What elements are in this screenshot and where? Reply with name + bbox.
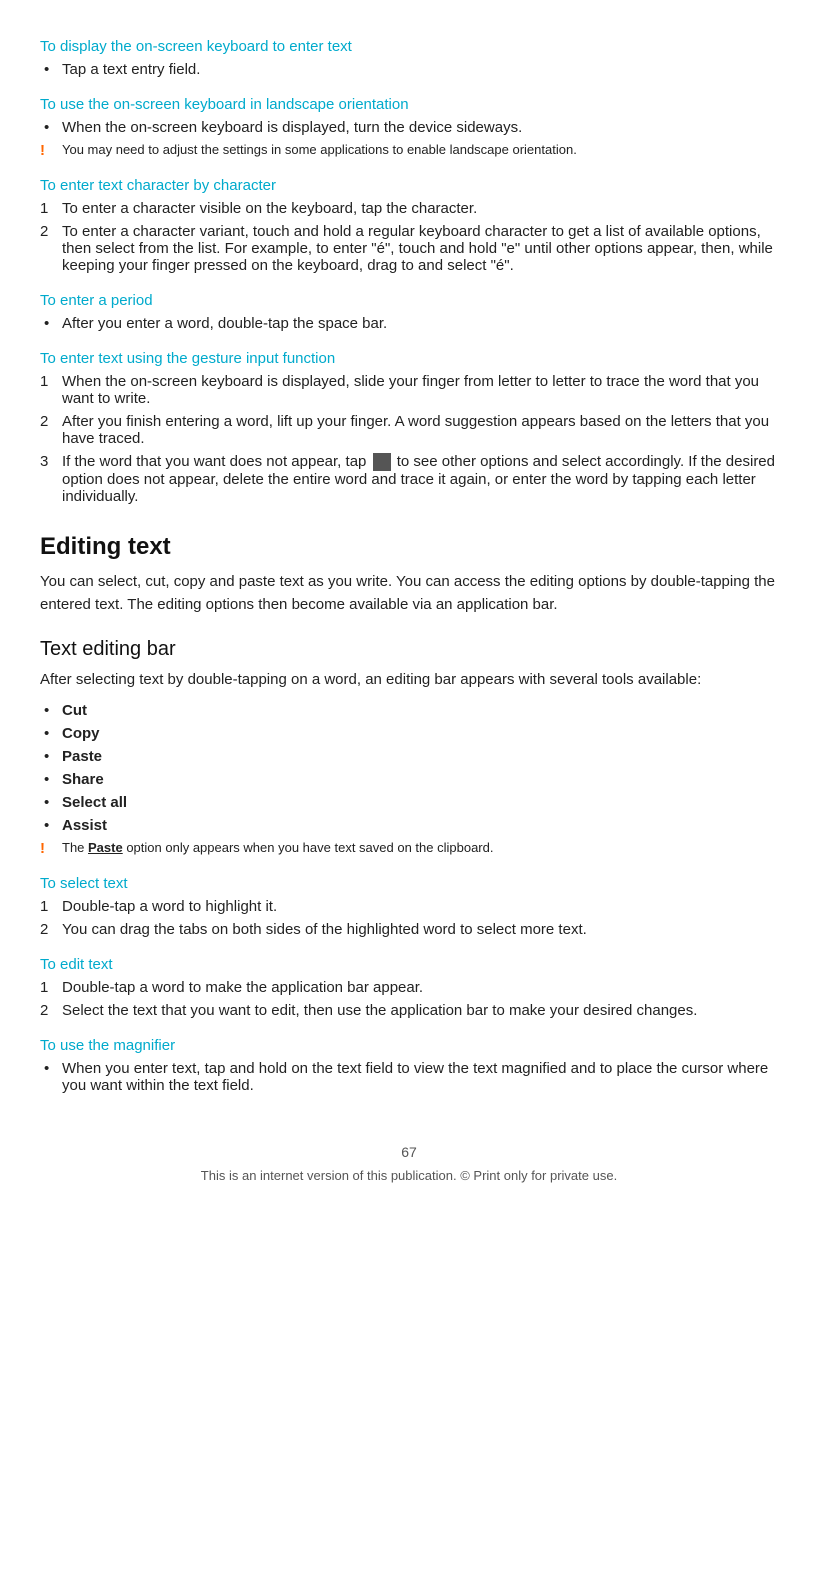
num-1: 1 — [40, 200, 62, 217]
tool-item-copy: • Copy — [40, 725, 778, 742]
display-keyboard-heading: To display the on-screen keyboard to ent… — [40, 38, 778, 55]
gesture-3-text: If the word that you want does not appea… — [62, 453, 778, 505]
tool-item-assist: • Assist — [40, 817, 778, 834]
gesture-item-2: 2 After you finish entering a word, lift… — [40, 413, 778, 447]
page-number: 67 — [40, 1144, 778, 1160]
tool-item-paste: • Paste — [40, 748, 778, 765]
enter-period-bullet: • After you enter a word, double-tap the… — [40, 315, 778, 332]
display-keyboard-bullet: • Tap a text entry field. — [40, 61, 778, 78]
tools-list: • Cut • Copy • Paste • Share • Select al… — [40, 702, 778, 834]
warning-icon-1: ! — [40, 142, 62, 159]
text-editing-bar-para: After selecting text by double-tapping o… — [40, 669, 778, 692]
landscape-keyboard-heading: To use the on-screen keyboard in landsca… — [40, 96, 778, 113]
tool-item-share: • Share — [40, 771, 778, 788]
page-footer: 67 This is an internet version of this p… — [40, 1144, 778, 1183]
landscape-keyboard-warn: ! You may need to adjust the settings in… — [40, 142, 778, 159]
select-num-2: 2 — [40, 921, 62, 938]
enter-period-heading: To enter a period — [40, 292, 778, 309]
edit-text-item-2: 2 Select the text that you want to edit,… — [40, 1002, 778, 1019]
enter-char-heading: To enter text character by character — [40, 177, 778, 194]
select-text-heading: To select text — [40, 875, 778, 892]
edit-text-heading: To edit text — [40, 956, 778, 973]
tool-item-select-all: • Select all — [40, 794, 778, 811]
editing-text-para: You can select, cut, copy and paste text… — [40, 571, 778, 616]
edit-num-2: 2 — [40, 1002, 62, 1019]
paste-warn-text: The Paste option only appears when you h… — [62, 840, 493, 855]
enter-char-item-1: 1 To enter a character visible on the ke… — [40, 200, 778, 217]
edit-text-item-1: 1 Double-tap a word to make the applicat… — [40, 979, 778, 996]
edit-num-1: 1 — [40, 979, 62, 996]
gesture-icon — [373, 453, 391, 471]
gesture-num-2: 2 — [40, 413, 62, 447]
bullet-dot-1: • — [44, 61, 62, 78]
num-2: 2 — [40, 223, 62, 274]
enter-char-item-2: 2 To enter a character variant, touch an… — [40, 223, 778, 274]
warning-icon-2: ! — [40, 840, 62, 857]
page-content: To display the on-screen keyboard to ent… — [40, 38, 778, 1183]
magnifier-heading: To use the magnifier — [40, 1037, 778, 1054]
select-num-1: 1 — [40, 898, 62, 915]
paste-warn: ! The Paste option only appears when you… — [40, 840, 778, 857]
editing-text-heading: Editing text — [40, 533, 778, 561]
footer-text: This is an internet version of this publ… — [40, 1168, 778, 1183]
landscape-keyboard-bullet: • When the on-screen keyboard is display… — [40, 119, 778, 136]
gesture-item-3: 3 If the word that you want does not app… — [40, 453, 778, 505]
bullet-dot-2: • — [44, 119, 62, 136]
bullet-dot-mag: • — [44, 1060, 62, 1094]
gesture-heading: To enter text using the gesture input fu… — [40, 350, 778, 367]
gesture-num-1: 1 — [40, 373, 62, 407]
select-text-item-1: 1 Double-tap a word to highlight it. — [40, 898, 778, 915]
text-editing-bar-heading: Text editing bar — [40, 638, 778, 661]
gesture-num-3: 3 — [40, 453, 62, 505]
tool-item-cut: • Cut — [40, 702, 778, 719]
gesture-item-1: 1 When the on-screen keyboard is display… — [40, 373, 778, 407]
bullet-dot-3: • — [44, 315, 62, 332]
select-text-item-2: 2 You can drag the tabs on both sides of… — [40, 921, 778, 938]
magnifier-bullet: • When you enter text, tap and hold on t… — [40, 1060, 778, 1094]
